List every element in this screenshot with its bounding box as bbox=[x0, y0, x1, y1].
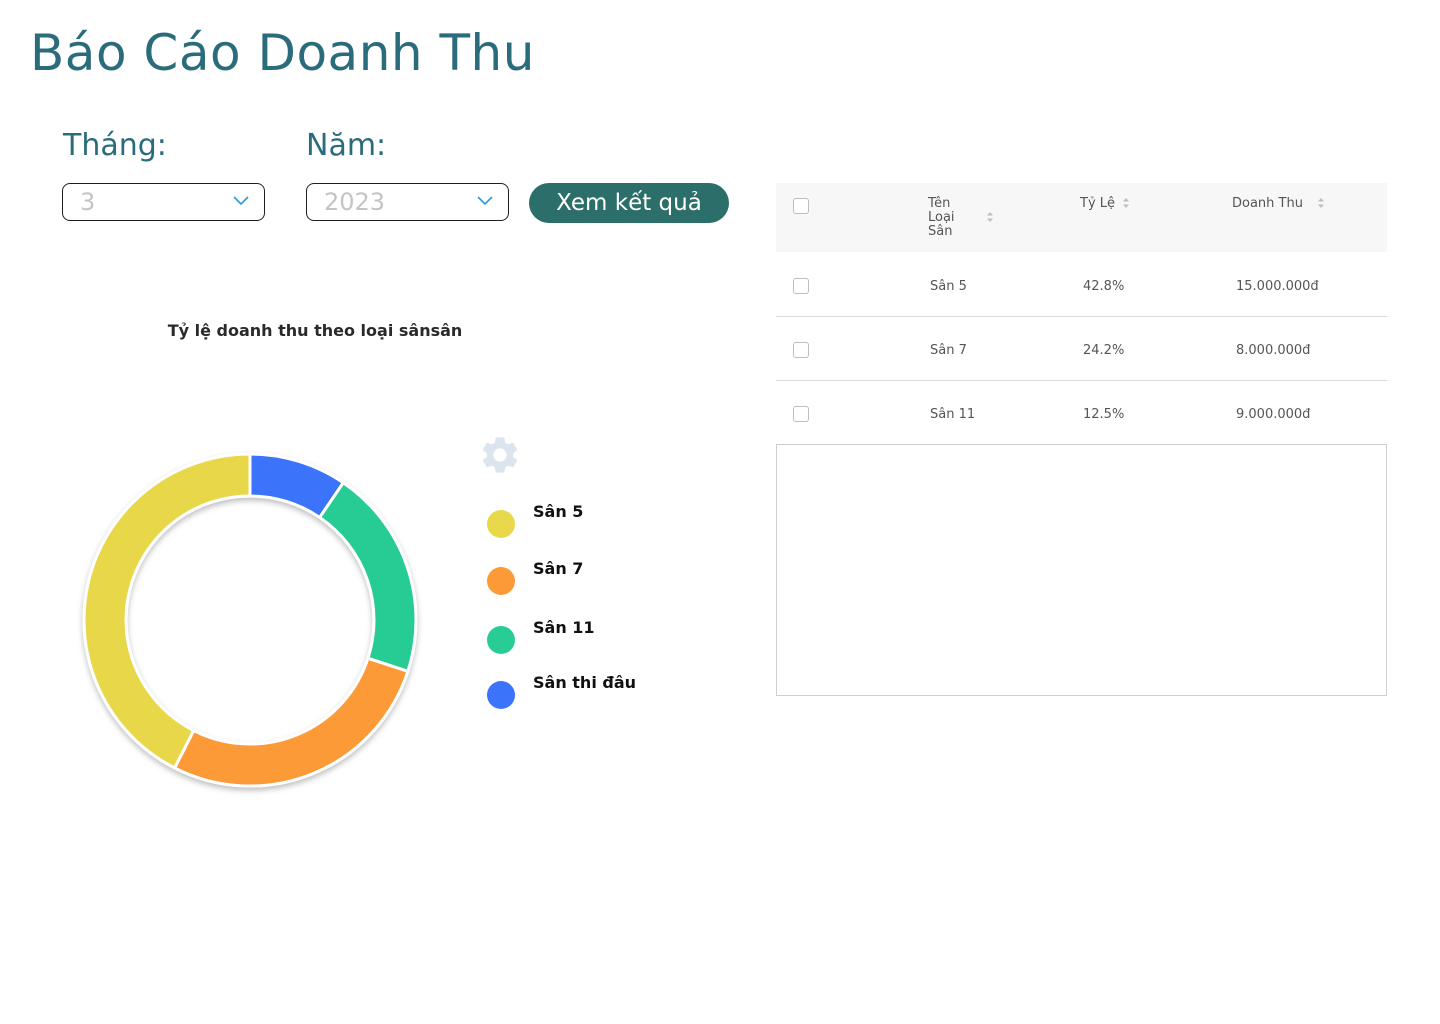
donut-slice-sân-11[interactable] bbox=[317, 480, 418, 674]
legend-label: Sân 5 bbox=[533, 502, 584, 521]
sort-icon[interactable] bbox=[986, 211, 994, 223]
table-row[interactable]: Sân 7 24.2% 8.000.000đ bbox=[776, 317, 1387, 381]
year-select[interactable]: 2023 bbox=[306, 183, 509, 221]
month-label: Tháng: bbox=[63, 128, 167, 163]
month-select-value: 3 bbox=[80, 188, 96, 216]
donut-slice-sân-5[interactable] bbox=[82, 452, 252, 770]
legend-color-swatch bbox=[487, 510, 515, 538]
sort-icon[interactable] bbox=[1317, 197, 1325, 209]
revenue-report-page: Báo Cáo Doanh Thu Tháng: Năm: 3 2023 Xem… bbox=[0, 0, 1440, 1024]
sort-icon[interactable] bbox=[1122, 197, 1130, 209]
legend-color-swatch bbox=[487, 567, 515, 595]
chevron-down-icon bbox=[233, 196, 249, 206]
cell-revenue: 8.000.000đ bbox=[1236, 343, 1311, 358]
cell-revenue: 15.000.000đ bbox=[1236, 279, 1319, 294]
column-header-revenue[interactable]: Doanh Thu bbox=[1232, 197, 1303, 211]
legend-label: Sân thi đâu bbox=[533, 673, 637, 692]
table-row[interactable]: Sân 11 12.5% 9.000.000đ bbox=[776, 381, 1387, 445]
revenue-donut-chart bbox=[82, 452, 418, 788]
cell-type: Sân 5 bbox=[930, 279, 967, 294]
column-header-ratio[interactable]: Tỷ Lệ bbox=[1080, 197, 1115, 211]
cell-ratio: 12.5% bbox=[1083, 407, 1125, 422]
gear-icon[interactable] bbox=[478, 433, 522, 477]
legend-color-swatch bbox=[487, 626, 515, 654]
donut-slice-sân-7[interactable] bbox=[172, 656, 410, 788]
table-row[interactable]: Sân 5 42.8% 15.000.000đ bbox=[776, 253, 1387, 317]
cell-type: Sân 7 bbox=[930, 343, 967, 358]
page-title: Báo Cáo Doanh Thu bbox=[30, 24, 535, 82]
select-all-checkbox[interactable] bbox=[793, 198, 809, 214]
empty-panel bbox=[776, 444, 1387, 696]
column-header-type[interactable]: Tên Loại Sân bbox=[928, 197, 964, 239]
cell-type: Sân 11 bbox=[930, 407, 976, 422]
month-select[interactable]: 3 bbox=[62, 183, 265, 221]
year-label: Năm: bbox=[306, 128, 387, 163]
cell-ratio: 42.8% bbox=[1083, 279, 1125, 294]
row-checkbox[interactable] bbox=[793, 342, 809, 358]
year-select-value: 2023 bbox=[324, 188, 386, 216]
chevron-down-icon bbox=[477, 196, 493, 206]
legend-label: Sân 11 bbox=[533, 618, 595, 637]
legend-color-swatch bbox=[487, 681, 515, 709]
view-results-button[interactable]: Xem kết quả bbox=[529, 183, 729, 223]
legend-label: Sân 7 bbox=[533, 559, 584, 578]
chart-title: Tỷ lệ doanh thu theo loại sânsân bbox=[167, 321, 463, 340]
row-checkbox[interactable] bbox=[793, 278, 809, 294]
cell-ratio: 24.2% bbox=[1083, 343, 1125, 358]
table-header: Tên Loại Sân Tỷ Lệ Doanh Thu bbox=[776, 183, 1387, 252]
row-checkbox[interactable] bbox=[793, 406, 809, 422]
cell-revenue: 9.000.000đ bbox=[1236, 407, 1311, 422]
